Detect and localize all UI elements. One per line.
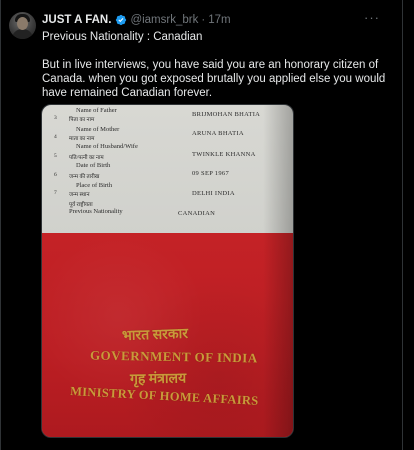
tweet-timestamp[interactable]: 17m [208,14,230,26]
author-handle[interactable]: @iamsrk_brk [130,14,198,26]
cover-hindi-ministry: गृह मंत्रालय [129,371,187,388]
verified-badge-icon [116,14,127,26]
author-name[interactable]: JUST A FAN. [42,14,111,26]
cover-government-of-india: GOVERNMENT OF INDIA [89,347,258,366]
sidebar-gap [403,0,414,450]
separator-dot: · [201,14,206,26]
cover-hindi-government: भारत सरकार [121,326,189,345]
more-options-icon[interactable]: ··· [364,10,380,25]
tweet-image[interactable]: Name of Father BRIJMOHAN BHATIA 3 पिता क… [41,104,294,438]
tweet-header: JUST A FAN. @iamsrk_brk · 17m [42,12,231,28]
avatar[interactable] [9,12,36,39]
tweet[interactable]: JUST A FAN. @iamsrk_brk · 17m ··· Previo… [1,0,402,450]
tweet-text-line1: Previous Nationality : Canadian [42,31,203,43]
tweet-text-body: But in live interviews, you have said yo… [42,59,386,99]
